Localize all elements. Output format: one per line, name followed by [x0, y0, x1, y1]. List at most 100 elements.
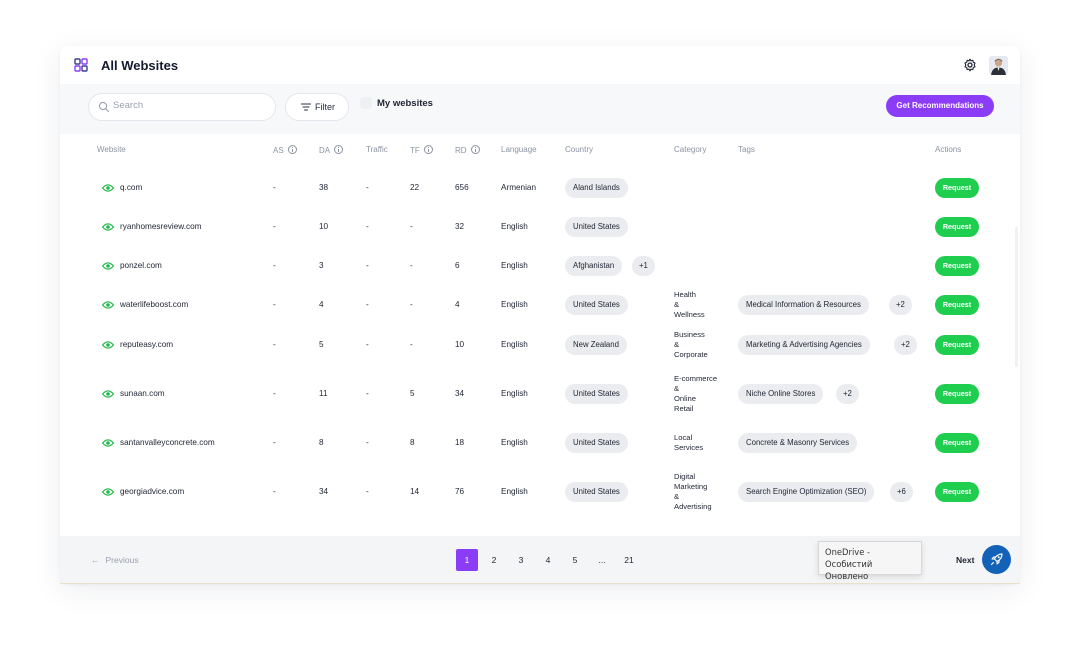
language-value: Armenian	[501, 183, 537, 192]
column-header-tags[interactable]: Tags	[738, 145, 755, 154]
category-value: Digital Marketing & Advertising	[674, 472, 712, 511]
gear-icon[interactable]	[963, 58, 977, 72]
website-link[interactable]: santanvalleyconcrete.com	[120, 438, 215, 447]
avatar[interactable]	[989, 56, 1008, 75]
country-more-chip[interactable]: +1	[632, 256, 655, 276]
column-header-as[interactable]: AS	[273, 145, 297, 155]
column-header-traffic[interactable]: Traffic	[366, 145, 388, 154]
traffic-value: -	[366, 487, 369, 496]
rd-value: 656	[455, 183, 469, 192]
as-value: -	[273, 183, 276, 192]
rd-value: 10	[455, 340, 465, 349]
search-box[interactable]	[88, 93, 276, 121]
request-button[interactable]: Request	[935, 256, 979, 276]
eye-icon[interactable]	[102, 341, 114, 349]
da-value: 38	[319, 183, 329, 192]
as-value: -	[273, 261, 276, 270]
eye-icon[interactable]	[102, 488, 114, 496]
language-value: English	[501, 487, 528, 496]
info-icon[interactable]	[470, 145, 480, 154]
info-icon[interactable]	[334, 145, 344, 154]
request-button[interactable]: Request	[935, 295, 979, 315]
column-header-category[interactable]: Category	[674, 145, 706, 154]
page-2-button[interactable]: 2	[483, 549, 505, 571]
tf-value: -	[410, 222, 413, 231]
column-header-da[interactable]: DA	[319, 145, 344, 155]
search-icon	[98, 101, 110, 113]
scrollbar[interactable]	[1015, 227, 1018, 367]
website-link[interactable]: ponzel.com	[120, 261, 162, 270]
language-value: English	[501, 300, 528, 309]
next-button[interactable]: Next	[956, 555, 974, 565]
tag-more-chip[interactable]: +2	[894, 335, 917, 355]
request-button[interactable]: Request	[935, 384, 979, 404]
country-chip: Aland Islands	[565, 178, 628, 198]
rd-value: 6	[455, 261, 460, 270]
rd-value: 32	[455, 222, 465, 231]
tag-more-chip[interactable]: +2	[836, 384, 859, 404]
website-link[interactable]: sunaan.com	[120, 389, 165, 398]
page-3-button[interactable]: 3	[510, 549, 532, 571]
rd-value: 76	[455, 487, 465, 496]
header: All Websites	[60, 46, 1020, 86]
country-chip: United States	[565, 384, 628, 404]
column-header-language[interactable]: Language	[501, 145, 537, 154]
column-header-rd[interactable]: RD	[455, 145, 480, 155]
arrow-left-icon: ←	[91, 555, 100, 565]
request-button[interactable]: Request	[935, 178, 979, 198]
as-value: -	[273, 222, 276, 231]
column-header-country[interactable]: Country	[565, 145, 593, 154]
onedrive-notification[interactable]: OneDrive - Особистий Оновлено	[818, 541, 922, 581]
column-header-website[interactable]: Website	[97, 145, 126, 154]
tf-value: -	[410, 261, 413, 270]
rd-value: 18	[455, 438, 465, 447]
tag-chip: Marketing & Advertising Agencies	[738, 335, 870, 355]
page-21-button[interactable]: 21	[618, 549, 640, 571]
page-1-button[interactable]: 1	[456, 549, 478, 571]
website-link[interactable]: reputeasy.com	[120, 340, 173, 349]
category-value: Business & Corporate	[674, 330, 708, 359]
website-link[interactable]: georgiadvice.com	[120, 487, 184, 496]
eye-icon[interactable]	[102, 262, 114, 270]
request-button[interactable]: Request	[935, 217, 979, 237]
websites-card: All Websites Search Filter My websites G…	[60, 46, 1020, 584]
da-value: 4	[319, 300, 324, 309]
rd-value: 4	[455, 300, 460, 309]
tag-chip: Search Engine Optimization (SEO)	[738, 482, 875, 502]
as-value: -	[273, 438, 276, 447]
traffic-value: -	[366, 261, 369, 270]
as-value: -	[273, 389, 276, 398]
eye-icon[interactable]	[102, 439, 114, 447]
eye-icon[interactable]	[102, 184, 114, 192]
traffic-value: -	[366, 300, 369, 309]
eye-icon[interactable]	[102, 390, 114, 398]
language-value: English	[501, 389, 528, 398]
country-chip: United States	[565, 433, 628, 453]
website-link[interactable]: q.com	[120, 183, 142, 192]
website-link[interactable]: waterlifeboost.com	[120, 300, 188, 309]
eye-icon[interactable]	[102, 223, 114, 231]
page-5-button[interactable]: 5	[564, 549, 586, 571]
request-button[interactable]: Request	[935, 433, 979, 453]
search-input[interactable]	[113, 100, 263, 111]
floating-action-button[interactable]	[982, 545, 1011, 574]
request-button[interactable]: Request	[935, 482, 979, 502]
filter-icon	[301, 103, 311, 111]
da-value: 11	[319, 389, 328, 398]
get-recommendations-button[interactable]: Get Recommendations	[886, 95, 994, 117]
my-websites-toggle[interactable]	[360, 97, 372, 109]
filter-button[interactable]: Filter	[285, 93, 349, 121]
traffic-value: -	[366, 340, 369, 349]
eye-icon[interactable]	[102, 301, 114, 309]
page-4-button[interactable]: 4	[537, 549, 559, 571]
app-logo-icon[interactable]	[74, 58, 88, 72]
info-icon[interactable]	[287, 145, 297, 154]
column-header-tf[interactable]: TF	[410, 145, 433, 155]
tag-more-chip[interactable]: +6	[890, 482, 913, 502]
previous-button[interactable]: ← Previous	[91, 555, 139, 565]
info-icon[interactable]	[423, 145, 433, 154]
tag-more-chip[interactable]: +2	[889, 295, 912, 315]
website-link[interactable]: ryanhomesreview.com	[120, 222, 201, 231]
request-button[interactable]: Request	[935, 335, 979, 355]
language-value: English	[501, 261, 528, 270]
